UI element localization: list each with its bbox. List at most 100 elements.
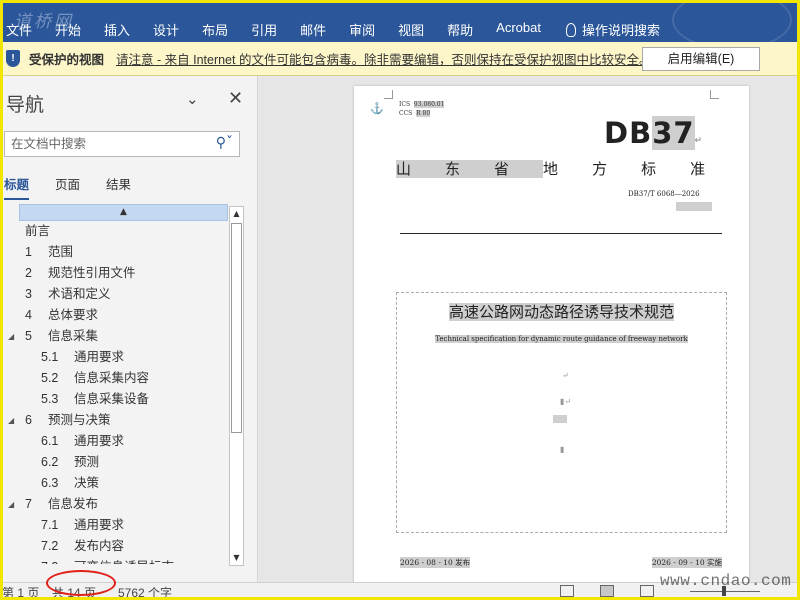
std-char: 东	[445, 160, 495, 178]
expand-triangle-icon[interactable]: ◢	[8, 326, 14, 347]
corner-watermark: www.cndao.com	[660, 572, 792, 590]
nav-heading-item[interactable]: ◢ 6 预测与决策	[0, 410, 228, 431]
status-page[interactable]: 第 1 页	[2, 584, 39, 600]
nav-heading-number: 7.1	[41, 518, 59, 532]
nav-heading-label: 规范性引用文件	[48, 266, 136, 280]
chevron-down-icon[interactable]: ⌄	[186, 90, 199, 108]
nav-heading-list: 前言 1 范围 2 规范性引用文件 3 术语和定义 4 总体要求 ◢ 5 信息采集 5.1 通用要求 5.2…	[0, 221, 228, 564]
nav-heading-item[interactable]: 3 术语和定义	[0, 284, 228, 305]
shaded-field	[676, 202, 712, 211]
nav-heading-number: 5.3	[41, 392, 59, 406]
web-layout-icon[interactable]	[640, 585, 654, 597]
nav-tab-headings[interactable]: 标题	[4, 174, 30, 200]
nav-heading-number: 7	[25, 497, 32, 511]
nav-heading-item[interactable]: ◢ 7 信息发布	[0, 494, 228, 515]
nav-heading-label: 通用要求	[74, 434, 125, 448]
close-icon[interactable]: ✕	[228, 88, 243, 109]
publish-date: 2026 - 08 - 10 发布	[400, 557, 471, 568]
nav-heading-label: 发布内容	[74, 539, 125, 553]
scroll-thumb[interactable]	[231, 223, 242, 433]
nav-heading-item[interactable]: ◢ 5 信息采集	[0, 326, 228, 347]
crop-mark	[710, 90, 719, 99]
nav-heading-number: 5.1	[41, 350, 59, 364]
scroll-down-arrow-icon[interactable]: ▼	[230, 551, 243, 565]
nav-heading-item[interactable]: 1 范围	[0, 242, 228, 263]
nav-tab-pages[interactable]: 页面	[55, 174, 80, 200]
tab-home[interactable]: 开始	[55, 20, 94, 39]
nav-heading-label: 可变信息诱导标志	[74, 560, 174, 564]
nav-search-input[interactable]	[5, 132, 205, 156]
ics-label: ICS	[399, 101, 411, 108]
nav-heading-item[interactable]: 6.3 决策	[0, 473, 228, 494]
tab-view[interactable]: 视图	[398, 20, 437, 39]
nav-heading-item[interactable]: 6.2 预测	[0, 452, 228, 473]
tab-references[interactable]: 引用	[251, 20, 290, 39]
tab-review[interactable]: 审阅	[349, 20, 388, 39]
nav-heading-item[interactable]: 前言	[0, 221, 228, 242]
status-word-count[interactable]: 5762 个字	[118, 584, 172, 600]
document-title-en: Technical specification for dynamic rout…	[397, 335, 726, 343]
nav-pane-title: 导航	[6, 95, 45, 116]
ics-value: 93.080.01	[413, 101, 445, 108]
expand-triangle-icon[interactable]: ◢	[8, 410, 14, 431]
implement-date: 2026 - 09 - 10 实施	[651, 557, 722, 568]
nav-scroll-top-button[interactable]: ▲	[19, 204, 228, 221]
protected-view-title: 受保护的视图	[29, 53, 105, 67]
document-page[interactable]: ⚓ ICS 93.080.01 CCS R 80 DB37↵ 山东省地方标准 D…	[354, 86, 749, 582]
print-layout-icon[interactable]	[600, 585, 614, 597]
nav-scrollbar[interactable]: ▲ ▼	[229, 206, 244, 566]
std-char: 准	[690, 160, 740, 178]
navigation-pane: 导航 ⌄ ✕ ⚲ˇ 标题 页面 结果 ▲ 前言 1 范围 2 规范性引用文件 3 术语和定义…	[0, 76, 258, 582]
nav-tab-results[interactable]: 结果	[106, 174, 131, 200]
standard-number: DB37/T 6068—2026	[628, 190, 700, 198]
nav-heading-item[interactable]: 7.3可变信息诱导标志	[0, 557, 228, 564]
document-title-cn: 高速公路网动态路径诱导技术规范	[397, 301, 726, 322]
tab-help[interactable]: 帮助	[447, 20, 486, 39]
nav-heading-number: 1	[25, 245, 32, 259]
protected-view-bar: ! 受保护的视图 请注意 - 来自 Internet 的文件可能包含病毒。除非需…	[0, 42, 800, 76]
nav-heading-number: 6	[25, 413, 32, 427]
nav-heading-item[interactable]: 5.3 信息采集设备	[0, 389, 228, 410]
tab-file[interactable]: 文件	[6, 20, 45, 39]
nav-heading-label: 信息采集设备	[74, 392, 150, 406]
enable-editing-button[interactable]: 启用编辑(E)	[642, 47, 760, 71]
ics-block: ICS 93.080.01 CCS R 80	[399, 100, 445, 118]
nav-heading-label: 信息采集	[48, 329, 99, 343]
nav-heading-number: 5.2	[41, 371, 59, 385]
nav-heading-item[interactable]: 6.1 通用要求	[0, 431, 228, 452]
tab-layout[interactable]: 布局	[202, 20, 241, 39]
std-char: 省	[494, 160, 544, 178]
shaded-field	[553, 415, 567, 423]
search-icon[interactable]: ⚲ˇ	[216, 135, 233, 151]
document-area[interactable]: ⚓ ICS 93.080.01 CCS R 80 DB37↵ 山东省地方标准 D…	[259, 76, 800, 582]
nav-heading-label: 范围	[48, 245, 74, 259]
nav-heading-number: 6.3	[41, 476, 59, 490]
read-mode-icon[interactable]	[560, 585, 574, 597]
header-rule	[400, 233, 722, 234]
nav-heading-number: 7.3	[41, 557, 74, 564]
nav-search-box: ⚲ˇ	[4, 131, 240, 157]
tab-mailings[interactable]: 邮件	[300, 20, 339, 39]
std-char: 方	[592, 160, 642, 178]
title-en-text: Technical specification for dynamic rout…	[435, 335, 688, 343]
tab-acrobat[interactable]: Acrobat	[496, 20, 554, 39]
expand-triangle-icon[interactable]: ◢	[8, 494, 14, 515]
tab-design[interactable]: 设计	[153, 20, 192, 39]
nav-heading-item[interactable]: 4 总体要求	[0, 305, 228, 326]
scroll-up-arrow-icon[interactable]: ▲	[230, 207, 243, 221]
tell-me-search[interactable]: 操作说明搜索	[565, 20, 673, 39]
nav-heading-item[interactable]: 5.2 信息采集内容	[0, 368, 228, 389]
nav-heading-label: 术语和定义	[48, 287, 111, 301]
nav-heading-item[interactable]: 7.1 通用要求	[0, 515, 228, 536]
nav-heading-number: 7.2	[41, 539, 59, 553]
nav-heading-item[interactable]: 2 规范性引用文件	[0, 263, 228, 284]
nav-heading-item[interactable]: 5.1 通用要求	[0, 347, 228, 368]
protected-view-message[interactable]: 请注意 - 来自 Internet 的文件可能包含病毒。除非需要编辑，否则保持在…	[116, 49, 651, 68]
tab-insert[interactable]: 插入	[104, 20, 143, 39]
std-char: 地	[543, 160, 593, 178]
nav-heading-item[interactable]: 7.2 发布内容	[0, 536, 228, 557]
nav-heading-number: 3	[25, 287, 32, 301]
lightbulb-icon	[565, 22, 576, 37]
standard-type-line: 山东省地方标准	[396, 158, 718, 179]
nav-heading-number: 6.1	[41, 434, 59, 448]
